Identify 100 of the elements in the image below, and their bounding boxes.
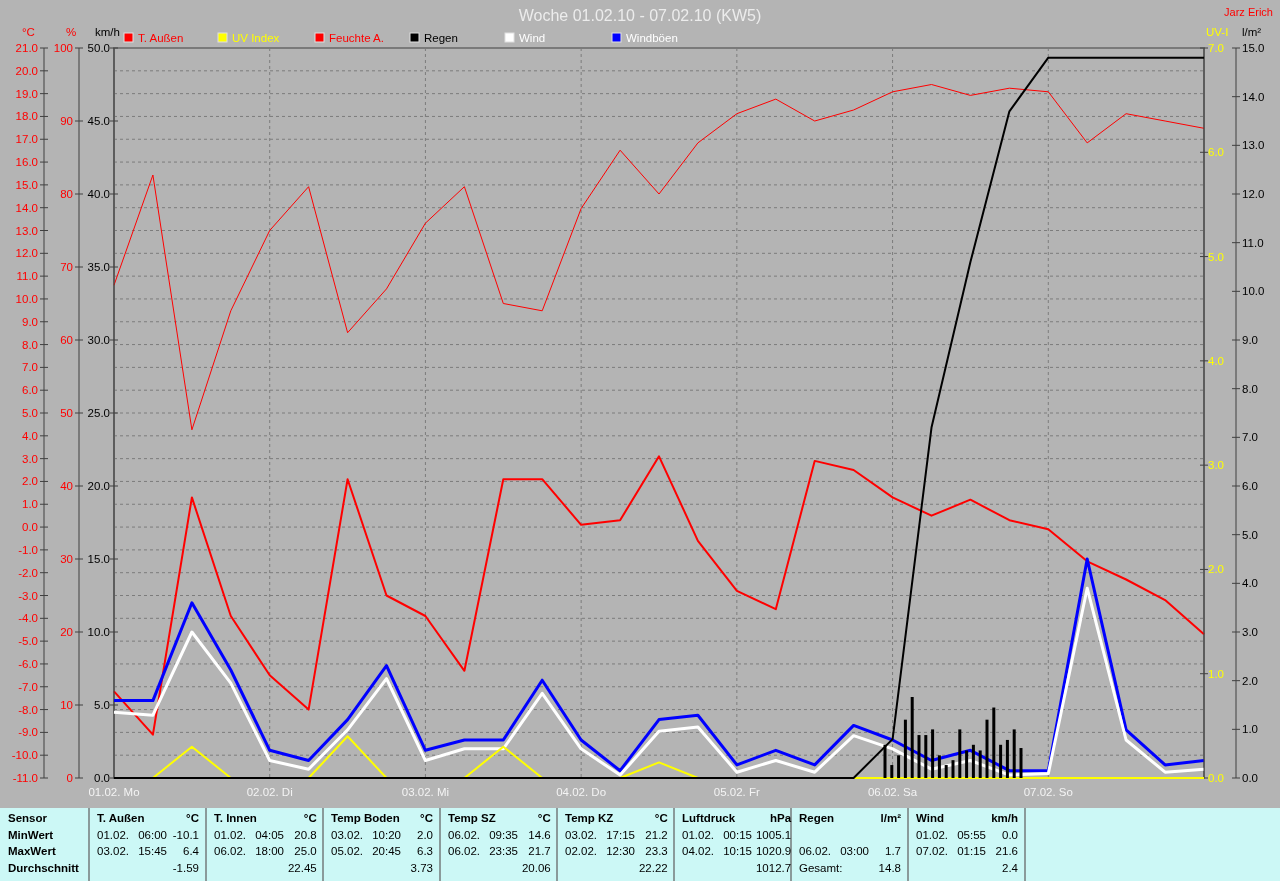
stat-value: 1012.7 (755, 861, 792, 876)
timestamp: 02.02. 12:30 (565, 845, 635, 859)
tick-label: 0.0 (22, 521, 38, 534)
sensor-name: Temp KZ (565, 812, 615, 826)
tick-label: 5.0 (1208, 250, 1224, 263)
sensor-name: Temp Boden (331, 812, 401, 826)
tick-label: 12.0 (1242, 188, 1265, 200)
tick-label: 100 (53, 42, 73, 54)
stat-value: 3.73 (410, 861, 433, 876)
legend-label: Regen (424, 32, 458, 44)
tick-label: 4.0 (1208, 354, 1224, 367)
tick-label: 70 (60, 261, 73, 273)
axis-unit: % (66, 26, 77, 38)
timestamp: 01.02. 04:05 (214, 828, 284, 843)
unit-label: hPa (769, 812, 792, 826)
timestamp: 01.02. 06:00 (97, 828, 168, 843)
sensor-name: T. Innen (214, 812, 258, 826)
stat-value: -1.59 (172, 861, 199, 876)
tick-label: 40.0 (87, 188, 110, 200)
timestamp: 03.02. 10:20 (331, 828, 402, 843)
tick-label: 11.0 (16, 270, 38, 283)
timestamp: 03.02. 17:15 (565, 828, 635, 843)
tick-label: -8.0 (18, 703, 38, 716)
tick-label: 20.0 (15, 64, 38, 77)
axis-unit: °C (22, 26, 35, 38)
stat-value: 22.45 (287, 861, 317, 876)
stat-value: -10.1 (172, 828, 199, 843)
tick-label: 8.0 (22, 338, 38, 351)
day-label: 06.02. Sa (867, 786, 918, 798)
tick-label: 1.0 (1208, 667, 1224, 680)
tick-label: 5.0 (22, 407, 38, 419)
stat-value: 25.0 (293, 845, 317, 859)
tick-label: 7.0 (22, 361, 38, 374)
tick-label: 2.0 (1242, 674, 1258, 687)
tick-label: -7.0 (18, 680, 38, 693)
sensor-name: Luftdruck (682, 812, 737, 826)
axis-unit: l/m² (1242, 26, 1262, 38)
tick-label: -9.0 (18, 726, 38, 739)
tick-label: 15.0 (15, 178, 38, 191)
stat-value: 2.4 (1001, 861, 1018, 876)
day-label: 04.02. Do (556, 786, 607, 798)
tick-label: 10.0 (1242, 285, 1265, 298)
tick-label: -1.0 (18, 543, 38, 556)
timestamp: 06.02. 03:00 (799, 845, 870, 859)
tick-label: 60 (60, 334, 73, 346)
stat-value: 22.22 (638, 861, 668, 876)
legend-label: T. Außen (138, 32, 184, 44)
tick-label: 2.0 (1208, 563, 1224, 576)
tick-label: 9.0 (22, 315, 38, 328)
tick-label: 6.0 (22, 384, 38, 397)
tick-label: 13.0 (15, 224, 38, 237)
tick-label: 0.0 (1208, 772, 1224, 784)
tick-label: 20 (60, 626, 73, 638)
stat-value: 21.2 (644, 828, 668, 843)
tick-label: 10.0 (87, 626, 110, 638)
stat-value: 14.8 (878, 861, 901, 876)
tick-label: 0.0 (94, 772, 110, 784)
timestamp: 06.02. 09:35 (448, 828, 518, 843)
timestamp: 06.02. 18:00 (214, 845, 284, 859)
timestamp: 05.02. 20:45 (331, 845, 402, 859)
sensor-name: Wind (916, 812, 945, 826)
legend-label: Feuchte A. (329, 32, 384, 44)
tick-label: 1.0 (22, 498, 38, 511)
tick-label: 9.0 (1242, 334, 1258, 346)
tick-label: 2.0 (22, 475, 38, 488)
timestamp: 03.02. 15:45 (97, 845, 168, 859)
unit-label: km/h (991, 812, 1018, 826)
tick-label: 30 (60, 553, 73, 565)
unit-label: l/m² (879, 812, 901, 826)
unit-label: °C (185, 812, 199, 826)
unit-label: °C (419, 812, 433, 826)
tick-label: -2.0 (18, 566, 38, 579)
day-label: 05.02. Fr (713, 786, 760, 798)
tick-label: 14.0 (15, 201, 38, 214)
tick-label: 6.0 (1208, 146, 1224, 159)
tick-label: 10.0 (15, 292, 38, 305)
legend-label: Wind (519, 32, 546, 44)
tick-label: 5.0 (94, 699, 110, 711)
tick-label: 7.0 (1242, 431, 1258, 444)
unit-label: °C (536, 812, 551, 826)
tick-label: -4.0 (18, 612, 38, 625)
stat-value: 6.4 (182, 845, 199, 859)
sensor-name: T. Außen (97, 812, 146, 826)
row-label: MinWert (8, 828, 55, 843)
tick-label: 45.0 (87, 115, 110, 127)
sensor-name: Temp SZ (448, 812, 497, 826)
stat-value: 21.6 (994, 845, 1018, 859)
legend-label: Windböen (626, 32, 678, 44)
stat-value: 20.06 (521, 861, 551, 876)
stat-value: 2.0 (416, 828, 433, 843)
stat-value: 14.6 (527, 828, 551, 843)
tick-label: 1.0 (1242, 723, 1258, 736)
day-label: 03.02. Mi (401, 786, 450, 798)
tick-label: 13.0 (1242, 139, 1265, 152)
stat-value: 21.7 (527, 845, 551, 859)
row-label: MaxWert (8, 845, 57, 859)
day-label: 01.02. Mo (88, 786, 140, 798)
legend-label: UV Index (232, 32, 280, 44)
stat-value: 0.0 (1001, 828, 1018, 843)
tick-label: 0.0 (1242, 772, 1258, 784)
